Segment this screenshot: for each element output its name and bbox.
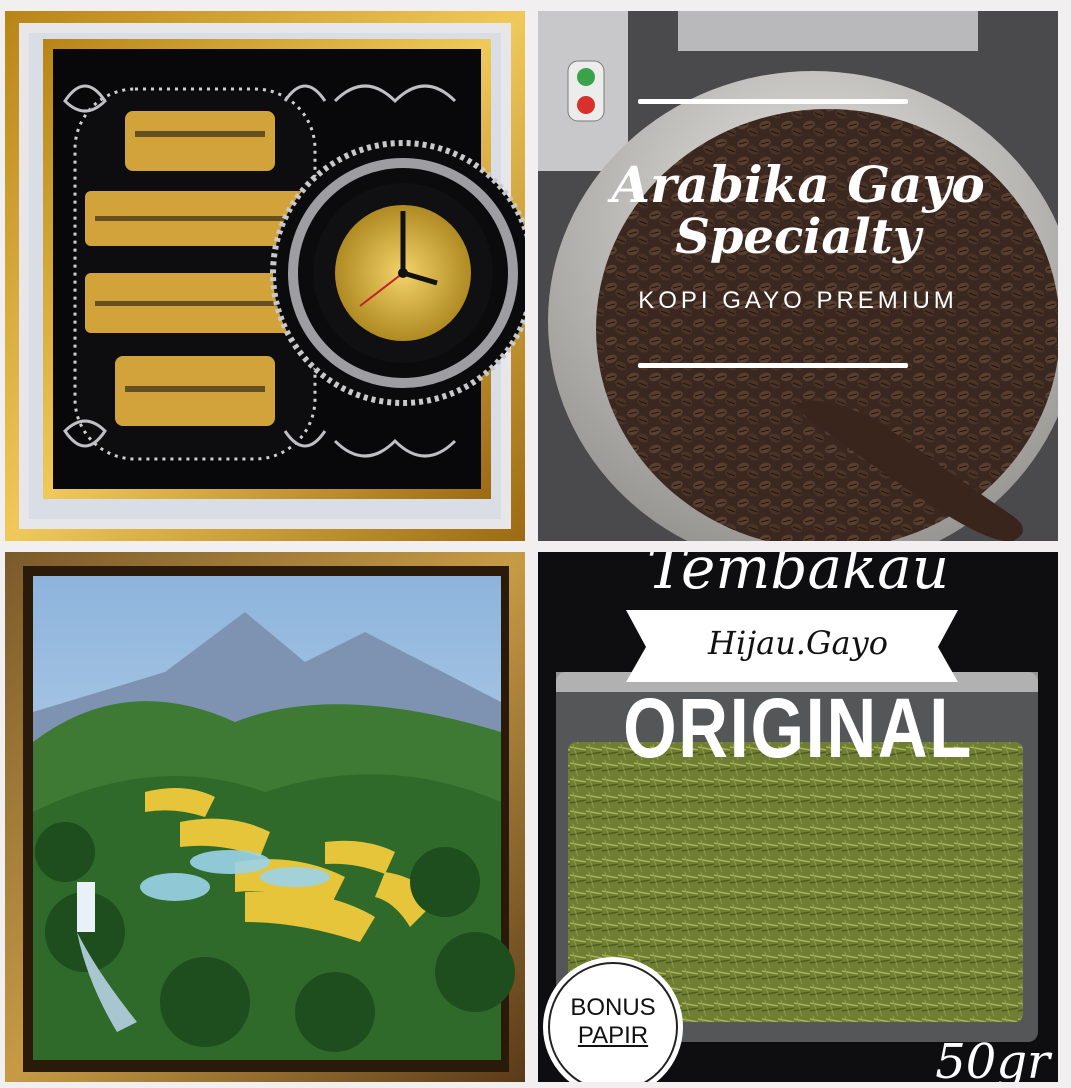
badge-line1: BONUS bbox=[570, 994, 656, 1021]
tobacco-top-word: Tembakau bbox=[646, 552, 950, 602]
coffee-subtitle: KOPI GAYO PREMIUM bbox=[638, 287, 958, 314]
landscape-painting-image bbox=[5, 552, 525, 1082]
landscape-painting-graphic bbox=[5, 552, 525, 1082]
coffee-title-line1: Arabika Gayo bbox=[611, 155, 985, 214]
coffee-beans-graphic bbox=[538, 11, 1058, 541]
calligraphy-frame-graphic bbox=[5, 11, 525, 541]
coffee-roaster-image: Arabika Gayo Specialty KOPI GAYO PREMIUM bbox=[538, 11, 1058, 541]
tobacco-weight: 50gr bbox=[935, 1034, 1050, 1082]
tobacco-original-text: ORIGINAL bbox=[623, 681, 973, 775]
badge-line2: PAPIR bbox=[577, 1022, 649, 1049]
tobacco-bag-image: Tembakau Hijau.Gayo ORIGINAL BONUS PAPIR… bbox=[538, 552, 1058, 1082]
coffee-title-line2: Specialty bbox=[675, 209, 921, 265]
tobacco-banner-text: Hijau.Gayo bbox=[708, 624, 888, 662]
calligraphy-clock-image bbox=[5, 11, 525, 541]
bonus-papir-badge: BONUS PAPIR bbox=[563, 994, 663, 1050]
